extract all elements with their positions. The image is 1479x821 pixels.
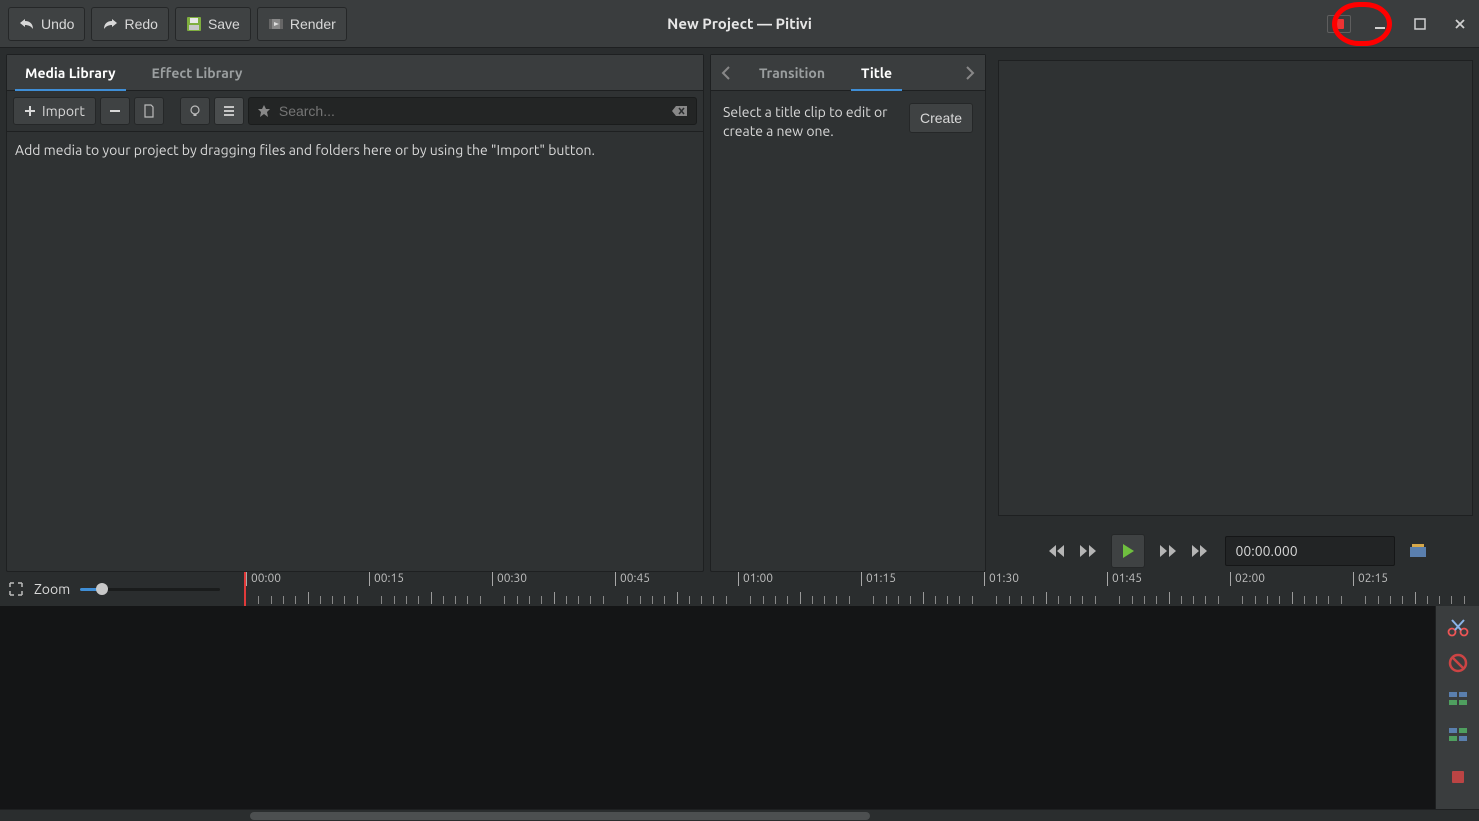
tags-button[interactable] bbox=[180, 97, 210, 125]
main-area: Media Library Effect Library Import bbox=[0, 48, 1479, 572]
detach-viewer-button[interactable] bbox=[1409, 543, 1427, 559]
tab-transition-label: Transition bbox=[759, 65, 825, 81]
timeline-ruler[interactable]: 00:00 00:15 00:30 00:45 01:00 01:15 01:30 01:45… bbox=[244, 572, 1479, 606]
page-icon bbox=[142, 104, 156, 118]
timeline-tracks[interactable] bbox=[0, 606, 1435, 809]
minus-icon bbox=[109, 105, 121, 117]
search-input[interactable] bbox=[279, 103, 664, 119]
step-back-button[interactable] bbox=[1079, 544, 1097, 558]
recording-indicator bbox=[1327, 15, 1351, 33]
clear-search-icon[interactable] bbox=[672, 105, 688, 117]
go-start-button[interactable] bbox=[1045, 543, 1065, 559]
timeline-header: Zoom 00:00 00:15 00:30 00:45 01:00 01:15 01:30… bbox=[0, 572, 1479, 606]
ruler-mark: 01:00 bbox=[738, 572, 739, 586]
ruler-mark: 00:45 bbox=[615, 572, 616, 586]
group-tool[interactable] bbox=[1444, 686, 1472, 712]
ruler-mark: 01:15 bbox=[861, 572, 862, 586]
ruler-mark: 00:15 bbox=[369, 572, 370, 586]
save-button[interactable]: Save bbox=[175, 7, 251, 41]
tab-title[interactable]: Title bbox=[843, 55, 910, 90]
star-icon bbox=[257, 104, 271, 118]
timecode-value: 00:00.000 bbox=[1236, 543, 1298, 559]
tab-transition[interactable]: Transition bbox=[741, 55, 843, 90]
split-tool[interactable] bbox=[1444, 614, 1472, 640]
view-list-button[interactable] bbox=[214, 97, 244, 125]
tabs-next-button[interactable] bbox=[955, 55, 985, 90]
align-tool[interactable] bbox=[1444, 764, 1472, 790]
timeline-toolbar bbox=[1435, 606, 1479, 809]
media-library-panel: Media Library Effect Library Import bbox=[6, 54, 704, 572]
go-end-button[interactable] bbox=[1191, 543, 1211, 559]
tab-effect-library[interactable]: Effect Library bbox=[134, 55, 261, 90]
redo-button[interactable]: Redo bbox=[91, 7, 168, 41]
save-label: Save bbox=[208, 16, 240, 32]
tab-media-library[interactable]: Media Library bbox=[7, 55, 134, 90]
undo-button[interactable]: Undo bbox=[8, 7, 85, 41]
step-forward-button[interactable] bbox=[1159, 544, 1177, 558]
zoom-label: Zoom bbox=[34, 581, 70, 597]
bulb-icon bbox=[188, 104, 202, 118]
play-icon bbox=[1121, 543, 1135, 559]
timeline-area: Zoom 00:00 00:15 00:30 00:45 01:00 01:15 01:30… bbox=[0, 572, 1479, 821]
create-title-button[interactable]: Create bbox=[909, 103, 973, 133]
search-field[interactable] bbox=[248, 97, 697, 125]
list-icon bbox=[222, 104, 236, 118]
maximize-button[interactable] bbox=[1409, 13, 1431, 35]
media-library-empty-hint: Add media to your project by dragging fi… bbox=[7, 132, 703, 571]
timeline-scrollbar[interactable] bbox=[0, 809, 1479, 821]
timecode-field[interactable]: 00:00.000 bbox=[1225, 536, 1395, 566]
render-button[interactable]: Render bbox=[257, 7, 347, 41]
create-label: Create bbox=[920, 110, 962, 126]
title-panel-hint: Select a title clip to edit or create a … bbox=[723, 103, 899, 141]
scrollbar-thumb[interactable] bbox=[250, 812, 870, 820]
playback-controls: 00:00.000 bbox=[998, 524, 1473, 572]
chevron-left-icon bbox=[721, 66, 731, 80]
ruler-mark: 02:00 bbox=[1230, 572, 1231, 586]
save-icon bbox=[186, 16, 202, 32]
delete-tool[interactable] bbox=[1444, 650, 1472, 676]
middle-panel: Transition Title Select a title clip to … bbox=[710, 54, 986, 572]
ruler-mark: 00:30 bbox=[492, 572, 493, 586]
tab-media-label: Media Library bbox=[25, 65, 116, 81]
preview-viewport[interactable] bbox=[998, 60, 1473, 516]
zoom-fit-icon[interactable] bbox=[8, 581, 24, 597]
titlebar: Undo Redo Save Render New Project — Piti… bbox=[0, 0, 1479, 48]
tab-effects-label: Effect Library bbox=[152, 65, 243, 81]
redo-label: Redo bbox=[124, 16, 157, 32]
import-button[interactable]: Import bbox=[13, 97, 96, 125]
left-tabs: Media Library Effect Library bbox=[7, 55, 703, 91]
render-label: Render bbox=[290, 16, 336, 32]
tabs-prev-button[interactable] bbox=[711, 55, 741, 90]
chevron-right-icon bbox=[965, 66, 975, 80]
minimize-button[interactable] bbox=[1369, 13, 1391, 35]
window-title: New Project — Pitivi bbox=[667, 15, 812, 32]
zoom-slider[interactable] bbox=[80, 582, 220, 596]
ruler-mark: 02:15 bbox=[1353, 572, 1354, 586]
remove-button[interactable] bbox=[100, 97, 130, 125]
close-button[interactable] bbox=[1449, 13, 1471, 35]
play-button[interactable] bbox=[1111, 534, 1145, 568]
clip-properties-button[interactable] bbox=[134, 97, 164, 125]
timeline-body bbox=[0, 606, 1479, 809]
ruler-mark: 01:30 bbox=[984, 572, 985, 586]
undo-label: Undo bbox=[41, 16, 74, 32]
render-icon bbox=[268, 16, 284, 32]
import-label: Import bbox=[42, 103, 85, 119]
plus-icon bbox=[24, 105, 36, 117]
middle-tabs: Transition Title bbox=[711, 55, 985, 91]
undo-icon bbox=[19, 17, 35, 31]
redo-icon bbox=[102, 17, 118, 31]
preview-panel: 00:00.000 bbox=[992, 54, 1473, 572]
ruler-mark: 00:00 bbox=[246, 572, 247, 586]
ruler-mark: 01:45 bbox=[1107, 572, 1108, 586]
tab-title-label: Title bbox=[861, 65, 892, 81]
media-toolbar: Import bbox=[7, 91, 703, 132]
ungroup-tool[interactable] bbox=[1444, 722, 1472, 748]
